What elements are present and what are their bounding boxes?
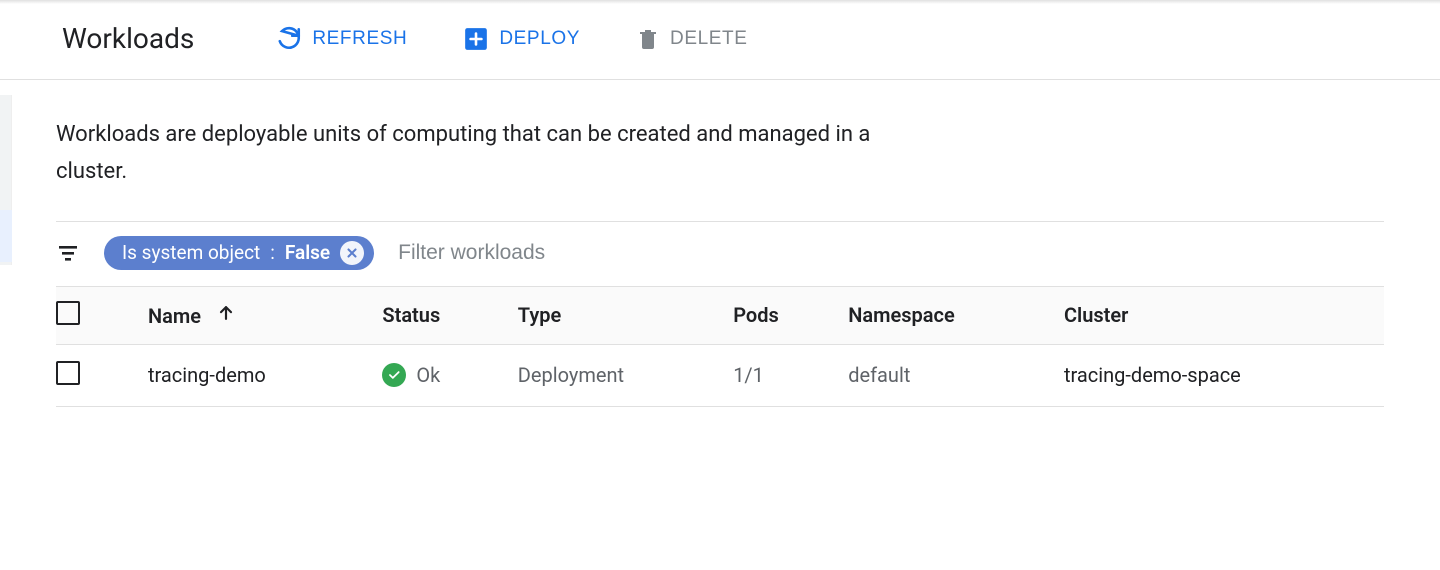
cell-namespace: default <box>836 344 1052 406</box>
refresh-icon <box>276 26 302 52</box>
filter-input[interactable] <box>398 241 1384 265</box>
table-row[interactable]: tracing-demo Ok Deployment 1/1 default t… <box>56 344 1384 406</box>
toolbar-actions: REFRESH DEPLOY DELETE <box>276 26 747 52</box>
page-description: Workloads are deployable units of comput… <box>56 116 876 191</box>
delete-button[interactable]: DELETE <box>636 26 748 52</box>
select-all-checkbox[interactable] <box>56 301 80 325</box>
filter-chip-value: False <box>285 241 330 264</box>
cell-status: Ok <box>416 363 440 387</box>
trash-icon <box>636 26 660 52</box>
cell-cluster: tracing-demo-space <box>1052 344 1384 406</box>
refresh-button[interactable]: REFRESH <box>276 26 407 52</box>
table-header-row: Name Status Type Pods Namespace Cluster <box>56 286 1384 344</box>
cell-pods: 1/1 <box>721 344 836 406</box>
deploy-button[interactable]: DEPLOY <box>463 26 580 52</box>
filter-icon[interactable] <box>56 241 80 265</box>
column-header-name[interactable]: Name <box>136 286 370 344</box>
cell-name[interactable]: tracing-demo <box>136 344 370 406</box>
column-header-type[interactable]: Type <box>506 286 721 344</box>
workloads-table: Name Status Type Pods Namespace Cluster <box>56 286 1384 407</box>
left-nav-selected-indicator <box>0 210 12 262</box>
cell-type: Deployment <box>506 344 721 406</box>
page-header: Workloads REFRESH DEPLOY <box>0 4 1440 80</box>
plus-box-icon <box>463 26 489 52</box>
column-header-namespace[interactable]: Namespace <box>836 286 1052 344</box>
sort-ascending-icon <box>216 303 236 323</box>
refresh-label: REFRESH <box>312 28 407 50</box>
delete-label: DELETE <box>670 28 748 50</box>
page-title: Workloads <box>62 22 194 55</box>
filter-bar: Is system object : False <box>56 221 1384 286</box>
column-header-pods[interactable]: Pods <box>721 286 836 344</box>
deploy-label: DEPLOY <box>499 28 580 50</box>
column-header-cluster[interactable]: Cluster <box>1052 286 1384 344</box>
row-checkbox[interactable] <box>56 361 80 385</box>
status-ok-icon <box>382 363 406 387</box>
column-header-status[interactable]: Status <box>370 286 505 344</box>
filter-chip-system-object[interactable]: Is system object : False <box>104 236 374 270</box>
chip-close-icon[interactable] <box>340 241 364 265</box>
filter-chip-key: Is system object <box>122 241 260 264</box>
